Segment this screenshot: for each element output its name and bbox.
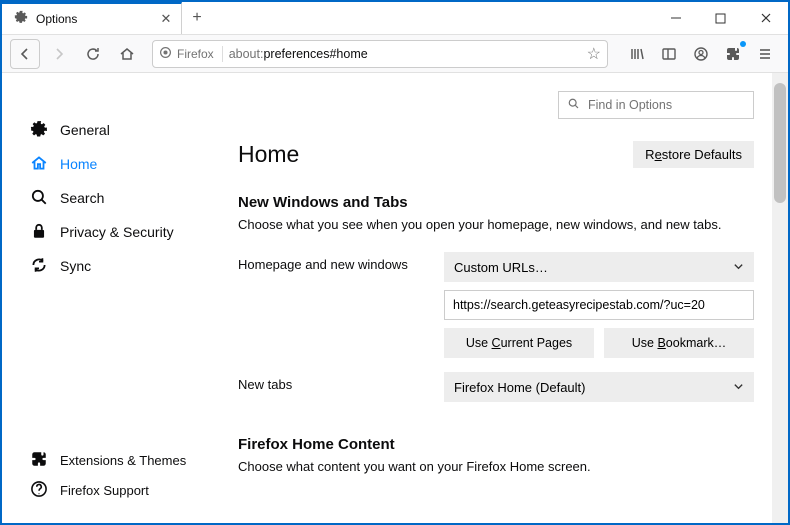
close-window-button[interactable] [743, 2, 788, 34]
account-icon[interactable] [686, 39, 716, 69]
chevron-down-icon [733, 260, 744, 275]
gear-icon [30, 120, 48, 141]
preferences-page: General Home Search Privacy & Security S… [2, 73, 788, 523]
section-description: Choose what you see when you open your h… [238, 217, 754, 232]
url-text: about:preferences#home [229, 47, 581, 61]
sidebar-item-privacy[interactable]: Privacy & Security [30, 215, 212, 249]
forward-button[interactable] [44, 39, 74, 69]
titlebar: Options ✕ + [2, 2, 788, 35]
gear-icon [14, 10, 28, 29]
find-in-options-input[interactable]: Find in Options [558, 91, 754, 119]
restore-defaults-button[interactable]: Restore Defaults [633, 141, 754, 168]
sidebar-item-home[interactable]: Home [30, 147, 212, 181]
homepage-url-input[interactable] [444, 290, 754, 320]
home-icon [30, 154, 48, 175]
sidebar-item-label: General [60, 122, 110, 138]
back-button[interactable] [10, 39, 40, 69]
minimize-button[interactable] [653, 2, 698, 34]
sidebar-item-label: Privacy & Security [60, 224, 174, 240]
window-controls [653, 2, 788, 34]
sidebar-item-support[interactable]: Firefox Support [30, 475, 186, 505]
browser-tab-options[interactable]: Options ✕ [2, 2, 182, 34]
addons-icon[interactable] [718, 39, 748, 69]
newtabs-row: New tabs Firefox Home (Default) [238, 372, 754, 402]
homepage-row: Homepage and new windows Custom URLs… Us… [238, 252, 754, 358]
sidebar-item-general[interactable]: General [30, 113, 212, 147]
lock-icon [30, 222, 48, 243]
section-heading-home-content: Firefox Home Content [238, 436, 754, 453]
identity-box[interactable]: Firefox [159, 46, 223, 62]
scrollbar-thumb[interactable] [774, 83, 786, 203]
firefox-icon [159, 46, 172, 62]
library-icon[interactable] [622, 39, 652, 69]
search-icon [30, 188, 48, 209]
use-bookmark-button[interactable]: Use Bookmark… [604, 328, 754, 358]
url-bar[interactable]: Firefox about:preferences#home ☆ [152, 40, 608, 68]
tab-title: Options [36, 12, 151, 26]
sidebar-item-extensions[interactable]: Extensions & Themes [30, 445, 186, 475]
puzzle-icon [30, 450, 48, 471]
new-tab-button[interactable]: + [182, 2, 212, 34]
select-value: Custom URLs… [454, 260, 548, 275]
select-value: Firefox Home (Default) [454, 380, 585, 395]
sidebar-item-label: Extensions & Themes [60, 453, 186, 468]
identity-label: Firefox [177, 47, 214, 61]
section-description: Choose what content you want on your Fir… [238, 459, 754, 474]
newtabs-label: New tabs [238, 372, 444, 392]
maximize-button[interactable] [698, 2, 743, 34]
sidebar-item-label: Search [60, 190, 104, 206]
section-heading-windows-tabs: New Windows and Tabs [238, 194, 754, 211]
search-icon [567, 97, 580, 113]
content-area: Find in Options Home Restore Defaults Ne… [212, 73, 788, 523]
newtabs-select[interactable]: Firefox Home (Default) [444, 372, 754, 402]
reload-button[interactable] [78, 39, 108, 69]
sidebar: General Home Search Privacy & Security S… [2, 73, 212, 523]
homepage-label: Homepage and new windows [238, 252, 444, 272]
sidebar-item-label: Firefox Support [60, 483, 149, 498]
home-button[interactable] [112, 39, 142, 69]
find-placeholder: Find in Options [588, 98, 672, 112]
use-current-pages-button[interactable]: Use Current Pages [444, 328, 594, 358]
toolbar: Firefox about:preferences#home ☆ [2, 35, 788, 73]
chevron-down-icon [733, 380, 744, 395]
sidebar-item-label: Home [60, 156, 97, 172]
close-icon[interactable]: ✕ [159, 12, 173, 26]
menu-icon[interactable] [750, 39, 780, 69]
sidebar-item-label: Sync [60, 258, 91, 274]
sidebar-item-search[interactable]: Search [30, 181, 212, 215]
bookmark-star-icon[interactable]: ☆ [587, 44, 601, 64]
sync-icon [30, 256, 48, 277]
sidebar-icon[interactable] [654, 39, 684, 69]
sidebar-item-sync[interactable]: Sync [30, 249, 212, 283]
homepage-select[interactable]: Custom URLs… [444, 252, 754, 282]
question-icon [30, 480, 48, 501]
scrollbar[interactable] [772, 73, 788, 523]
